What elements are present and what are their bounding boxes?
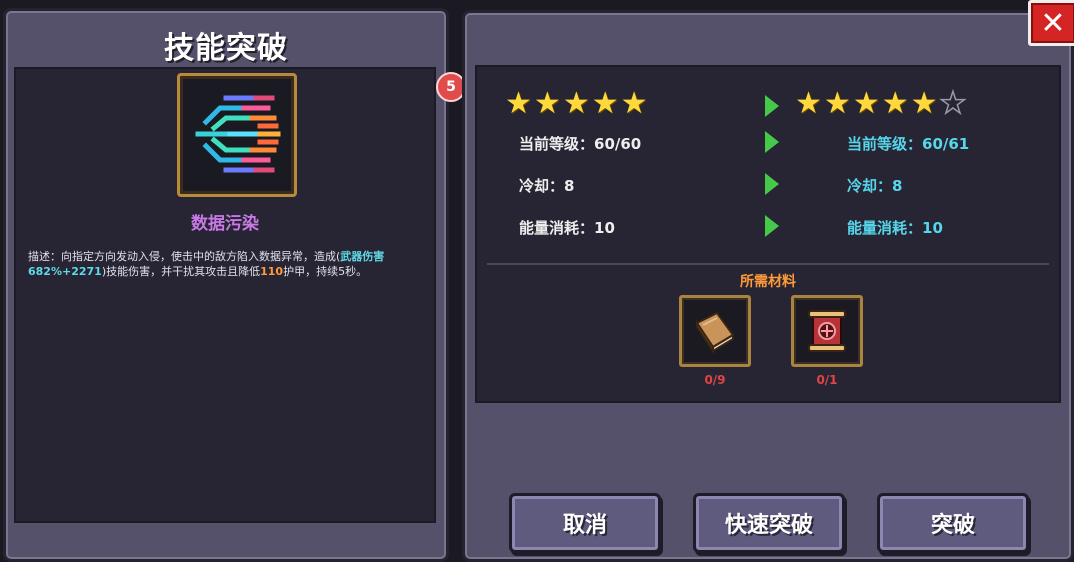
next-energy: 能量消耗：10 xyxy=(847,219,943,237)
current-level: 当前等级：60/60 xyxy=(519,135,642,153)
current-stars: ★ ★ ★ ★ ★ xyxy=(505,89,648,119)
desc-middle: )技能伤害，并干扰其攻击且降低 xyxy=(101,265,261,278)
current-energy: 能量消耗：10 xyxy=(519,219,615,237)
quick-breakthrough-button[interactable]: 快速突破 xyxy=(693,493,845,553)
skill-info-panel: 技能突破 5 数据污染 描述：向指定方向发动入侵，使击中的敌方陷入数据异常，造成… xyxy=(3,8,466,562)
star-filled-icon: ★ xyxy=(620,86,648,121)
desc-armor-value: 110 xyxy=(260,265,284,278)
star-filled-icon: ★ xyxy=(852,86,880,121)
data-corruption-icon xyxy=(195,95,281,173)
star-filled-icon: ★ xyxy=(881,86,909,121)
breakthrough-content: ★ ★ ★ ★ ★ ★ ★ ★ ★ ★ ★ 当前等级：60/60 当前等级：60/61 冷却：8 … xyxy=(475,65,1061,403)
arrow-icon xyxy=(765,173,779,195)
material-count-book: 0/9 xyxy=(704,373,726,387)
arrow-icon xyxy=(765,95,779,117)
star-filled-icon: ★ xyxy=(795,86,822,121)
scroll-icon xyxy=(808,310,846,352)
star-filled-icon: ★ xyxy=(562,86,590,121)
breakthrough-panel: ★ ★ ★ ★ ★ ★ ★ ★ ★ ★ ★ 当前等级：60/60 当前等级：60/61 冷却：8 … xyxy=(462,10,1074,562)
skill-description: 描述：向指定方向发动入侵，使击中的敌方陷入数据异常，造成(武器伤害682%+22… xyxy=(28,249,428,279)
arrow-icon xyxy=(765,215,779,237)
material-slot-scroll[interactable] xyxy=(791,295,863,367)
cancel-button[interactable]: 取消 xyxy=(509,493,661,553)
divider xyxy=(487,263,1049,265)
book-icon xyxy=(695,311,735,355)
skill-name: 数据污染 xyxy=(191,214,259,234)
star-filled-icon: ★ xyxy=(533,86,561,121)
material-slot-book[interactable] xyxy=(679,295,751,367)
next-stars: ★ ★ ★ ★ ★ ★ xyxy=(795,86,967,121)
material-count-scroll: 0/1 xyxy=(816,373,838,387)
star-filled-icon: ★ xyxy=(910,86,938,121)
breakthrough-button[interactable]: 突破 xyxy=(877,493,1029,553)
star-empty-icon: ★ xyxy=(939,86,967,121)
arrow-icon xyxy=(765,131,779,153)
close-button[interactable]: ✕ xyxy=(1028,0,1074,46)
desc-prefix: 描述：向指定方向发动入侵，使击中的敌方陷入数据异常，造成( xyxy=(28,250,341,263)
panel-title: 技能突破 xyxy=(164,31,288,66)
skill-info-content: 5 数据污染 描述：向指定方向发动入侵，使击中的敌方陷入数据异常，造成(武器伤害… xyxy=(14,67,466,523)
next-cooldown: 冷却：8 xyxy=(847,177,903,195)
desc-suffix: 护甲，持续5秒。 xyxy=(283,265,368,278)
skill-icon: 5 xyxy=(177,72,466,197)
star-filled-icon: ★ xyxy=(591,86,619,121)
next-level: 当前等级：60/61 xyxy=(847,135,970,153)
materials-title: 所需材料 xyxy=(740,274,796,290)
current-cooldown: 冷却：8 xyxy=(519,177,575,195)
star-filled-icon: ★ xyxy=(505,86,532,121)
star-filled-icon: ★ xyxy=(823,86,851,121)
